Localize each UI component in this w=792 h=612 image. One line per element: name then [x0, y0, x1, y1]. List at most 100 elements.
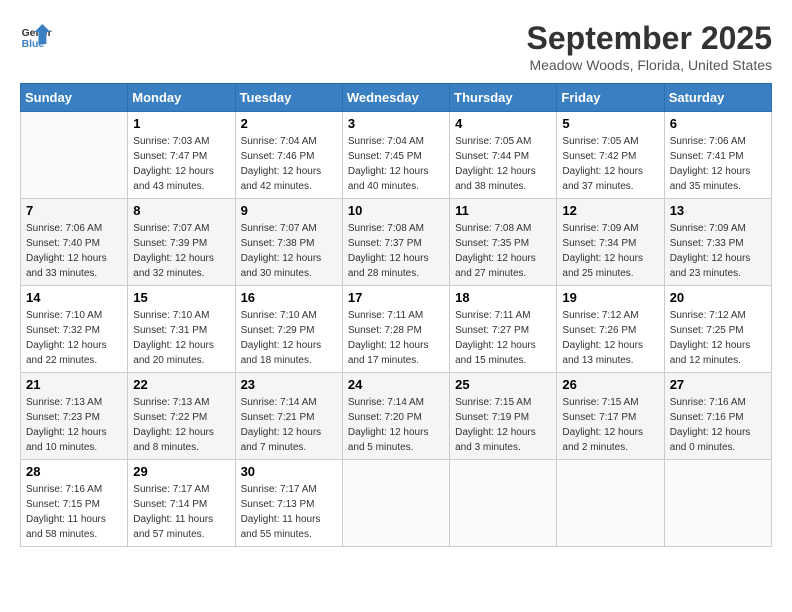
- day-number: 27: [670, 377, 766, 392]
- day-cell: 14Sunrise: 7:10 AM Sunset: 7:32 PM Dayli…: [21, 286, 128, 373]
- day-number: 14: [26, 290, 122, 305]
- header-cell-sunday: Sunday: [21, 84, 128, 112]
- day-info: Sunrise: 7:17 AM Sunset: 7:14 PM Dayligh…: [133, 482, 229, 542]
- week-row-2: 14Sunrise: 7:10 AM Sunset: 7:32 PM Dayli…: [21, 286, 772, 373]
- day-info: Sunrise: 7:16 AM Sunset: 7:16 PM Dayligh…: [670, 395, 766, 455]
- day-number: 16: [241, 290, 337, 305]
- day-info: Sunrise: 7:05 AM Sunset: 7:44 PM Dayligh…: [455, 134, 551, 194]
- day-number: 20: [670, 290, 766, 305]
- day-cell: 15 Sunrise: 7:10 AM Sunset: 7:31 PM Dayli…: [128, 286, 235, 373]
- day-cell: 8Sunrise: 7:07 AM Sunset: 7:39 PM Daylig…: [128, 199, 235, 286]
- day-cell: 27 Sunrise: 7:16 AM Sunset: 7:16 PM Dayli…: [664, 373, 771, 460]
- day-number: 30: [241, 464, 337, 479]
- day-number: 7: [26, 203, 122, 218]
- day-cell: [342, 460, 449, 547]
- day-number: 19: [562, 290, 658, 305]
- day-number: 3: [348, 116, 444, 131]
- day-cell: 4 Sunrise: 7:05 AM Sunset: 7:44 PM Daylig…: [450, 112, 557, 199]
- day-number: 25: [455, 377, 551, 392]
- day-info: Sunrise: 7:09 AM Sunset: 7:34 PM Dayligh…: [562, 221, 658, 281]
- day-info: Sunrise: 7:07 AM Sunset: 7:38 PM Dayligh…: [241, 221, 337, 281]
- day-cell: 11 Sunrise: 7:08 AM Sunset: 7:35 PM Dayli…: [450, 199, 557, 286]
- day-cell: 12 Sunrise: 7:09 AM Sunset: 7:34 PM Dayli…: [557, 199, 664, 286]
- logo-icon: General Blue: [20, 20, 52, 52]
- day-cell: 17 Sunrise: 7:11 AM Sunset: 7:28 PM Dayli…: [342, 286, 449, 373]
- day-info: Sunrise: 7:09 AM Sunset: 7:33 PM Dayligh…: [670, 221, 766, 281]
- day-info: Sunrise: 7:10 AM Sunset: 7:31 PM Dayligh…: [133, 308, 229, 368]
- day-number: 18: [455, 290, 551, 305]
- day-info: Sunrise: 7:13 AM Sunset: 7:23 PM Dayligh…: [26, 395, 122, 455]
- day-cell: 16 Sunrise: 7:10 AM Sunset: 7:29 PM Dayli…: [235, 286, 342, 373]
- day-number: 13: [670, 203, 766, 218]
- day-info: Sunrise: 7:08 AM Sunset: 7:35 PM Dayligh…: [455, 221, 551, 281]
- day-info: Sunrise: 7:07 AM Sunset: 7:39 PM Dayligh…: [133, 221, 229, 281]
- calendar-body: 1Sunrise: 7:03 AM Sunset: 7:47 PM Daylig…: [21, 112, 772, 547]
- day-number: 24: [348, 377, 444, 392]
- day-cell: 18 Sunrise: 7:11 AM Sunset: 7:27 PM Dayli…: [450, 286, 557, 373]
- day-number: 4: [455, 116, 551, 131]
- day-cell: 29 Sunrise: 7:17 AM Sunset: 7:14 PM Dayli…: [128, 460, 235, 547]
- day-info: Sunrise: 7:10 AM Sunset: 7:29 PM Dayligh…: [241, 308, 337, 368]
- day-cell: [21, 112, 128, 199]
- header-cell-monday: Monday: [128, 84, 235, 112]
- day-info: Sunrise: 7:14 AM Sunset: 7:21 PM Dayligh…: [241, 395, 337, 455]
- header-row: SundayMondayTuesdayWednesdayThursdayFrid…: [21, 84, 772, 112]
- day-number: 15: [133, 290, 229, 305]
- day-cell: 1Sunrise: 7:03 AM Sunset: 7:47 PM Daylig…: [128, 112, 235, 199]
- day-number: 11: [455, 203, 551, 218]
- location-label: Meadow Woods, Florida, United States: [527, 57, 772, 73]
- day-cell: 28 Sunrise: 7:16 AM Sunset: 7:15 PM Dayli…: [21, 460, 128, 547]
- day-info: Sunrise: 7:16 AM Sunset: 7:15 PM Dayligh…: [26, 482, 122, 542]
- day-info: Sunrise: 7:15 AM Sunset: 7:19 PM Dayligh…: [455, 395, 551, 455]
- week-row-3: 21Sunrise: 7:13 AM Sunset: 7:23 PM Dayli…: [21, 373, 772, 460]
- day-cell: 9 Sunrise: 7:07 AM Sunset: 7:38 PM Daylig…: [235, 199, 342, 286]
- day-info: Sunrise: 7:04 AM Sunset: 7:46 PM Dayligh…: [241, 134, 337, 194]
- day-number: 29: [133, 464, 229, 479]
- calendar-table: SundayMondayTuesdayWednesdayThursdayFrid…: [20, 83, 772, 547]
- day-info: Sunrise: 7:15 AM Sunset: 7:17 PM Dayligh…: [562, 395, 658, 455]
- day-number: 1: [133, 116, 229, 131]
- day-info: Sunrise: 7:11 AM Sunset: 7:28 PM Dayligh…: [348, 308, 444, 368]
- day-cell: [557, 460, 664, 547]
- day-number: 9: [241, 203, 337, 218]
- day-cell: [450, 460, 557, 547]
- day-cell: 23 Sunrise: 7:14 AM Sunset: 7:21 PM Dayli…: [235, 373, 342, 460]
- day-cell: 5Sunrise: 7:05 AM Sunset: 7:42 PM Daylig…: [557, 112, 664, 199]
- week-row-1: 7 Sunrise: 7:06 AM Sunset: 7:40 PM Daylig…: [21, 199, 772, 286]
- day-info: Sunrise: 7:11 AM Sunset: 7:27 PM Dayligh…: [455, 308, 551, 368]
- day-number: 22: [133, 377, 229, 392]
- calendar-header: SundayMondayTuesdayWednesdayThursdayFrid…: [21, 84, 772, 112]
- day-number: 10: [348, 203, 444, 218]
- logo: General Blue: [20, 20, 56, 52]
- day-number: 12: [562, 203, 658, 218]
- day-cell: [664, 460, 771, 547]
- day-cell: 7 Sunrise: 7:06 AM Sunset: 7:40 PM Daylig…: [21, 199, 128, 286]
- header-cell-wednesday: Wednesday: [342, 84, 449, 112]
- page-header: General Blue September 2025 Meadow Woods…: [20, 20, 772, 73]
- day-cell: 20 Sunrise: 7:12 AM Sunset: 7:25 PM Dayli…: [664, 286, 771, 373]
- day-number: 17: [348, 290, 444, 305]
- day-cell: 30Sunrise: 7:17 AM Sunset: 7:13 PM Dayli…: [235, 460, 342, 547]
- header-cell-tuesday: Tuesday: [235, 84, 342, 112]
- day-number: 23: [241, 377, 337, 392]
- day-cell: 19Sunrise: 7:12 AM Sunset: 7:26 PM Dayli…: [557, 286, 664, 373]
- day-number: 2: [241, 116, 337, 131]
- day-cell: 26Sunrise: 7:15 AM Sunset: 7:17 PM Dayli…: [557, 373, 664, 460]
- header-cell-saturday: Saturday: [664, 84, 771, 112]
- day-number: 6: [670, 116, 766, 131]
- month-title: September 2025: [527, 20, 772, 57]
- day-info: Sunrise: 7:12 AM Sunset: 7:25 PM Dayligh…: [670, 308, 766, 368]
- header-cell-thursday: Thursday: [450, 84, 557, 112]
- day-number: 28: [26, 464, 122, 479]
- day-info: Sunrise: 7:08 AM Sunset: 7:37 PM Dayligh…: [348, 221, 444, 281]
- day-cell: 22 Sunrise: 7:13 AM Sunset: 7:22 PM Dayli…: [128, 373, 235, 460]
- day-info: Sunrise: 7:13 AM Sunset: 7:22 PM Dayligh…: [133, 395, 229, 455]
- day-cell: 10 Sunrise: 7:08 AM Sunset: 7:37 PM Dayli…: [342, 199, 449, 286]
- day-cell: 25 Sunrise: 7:15 AM Sunset: 7:19 PM Dayli…: [450, 373, 557, 460]
- day-cell: 24Sunrise: 7:14 AM Sunset: 7:20 PM Dayli…: [342, 373, 449, 460]
- day-info: Sunrise: 7:04 AM Sunset: 7:45 PM Dayligh…: [348, 134, 444, 194]
- title-block: September 2025 Meadow Woods, Florida, Un…: [527, 20, 772, 73]
- day-cell: 13 Sunrise: 7:09 AM Sunset: 7:33 PM Dayli…: [664, 199, 771, 286]
- day-info: Sunrise: 7:06 AM Sunset: 7:41 PM Dayligh…: [670, 134, 766, 194]
- day-info: Sunrise: 7:06 AM Sunset: 7:40 PM Dayligh…: [26, 221, 122, 281]
